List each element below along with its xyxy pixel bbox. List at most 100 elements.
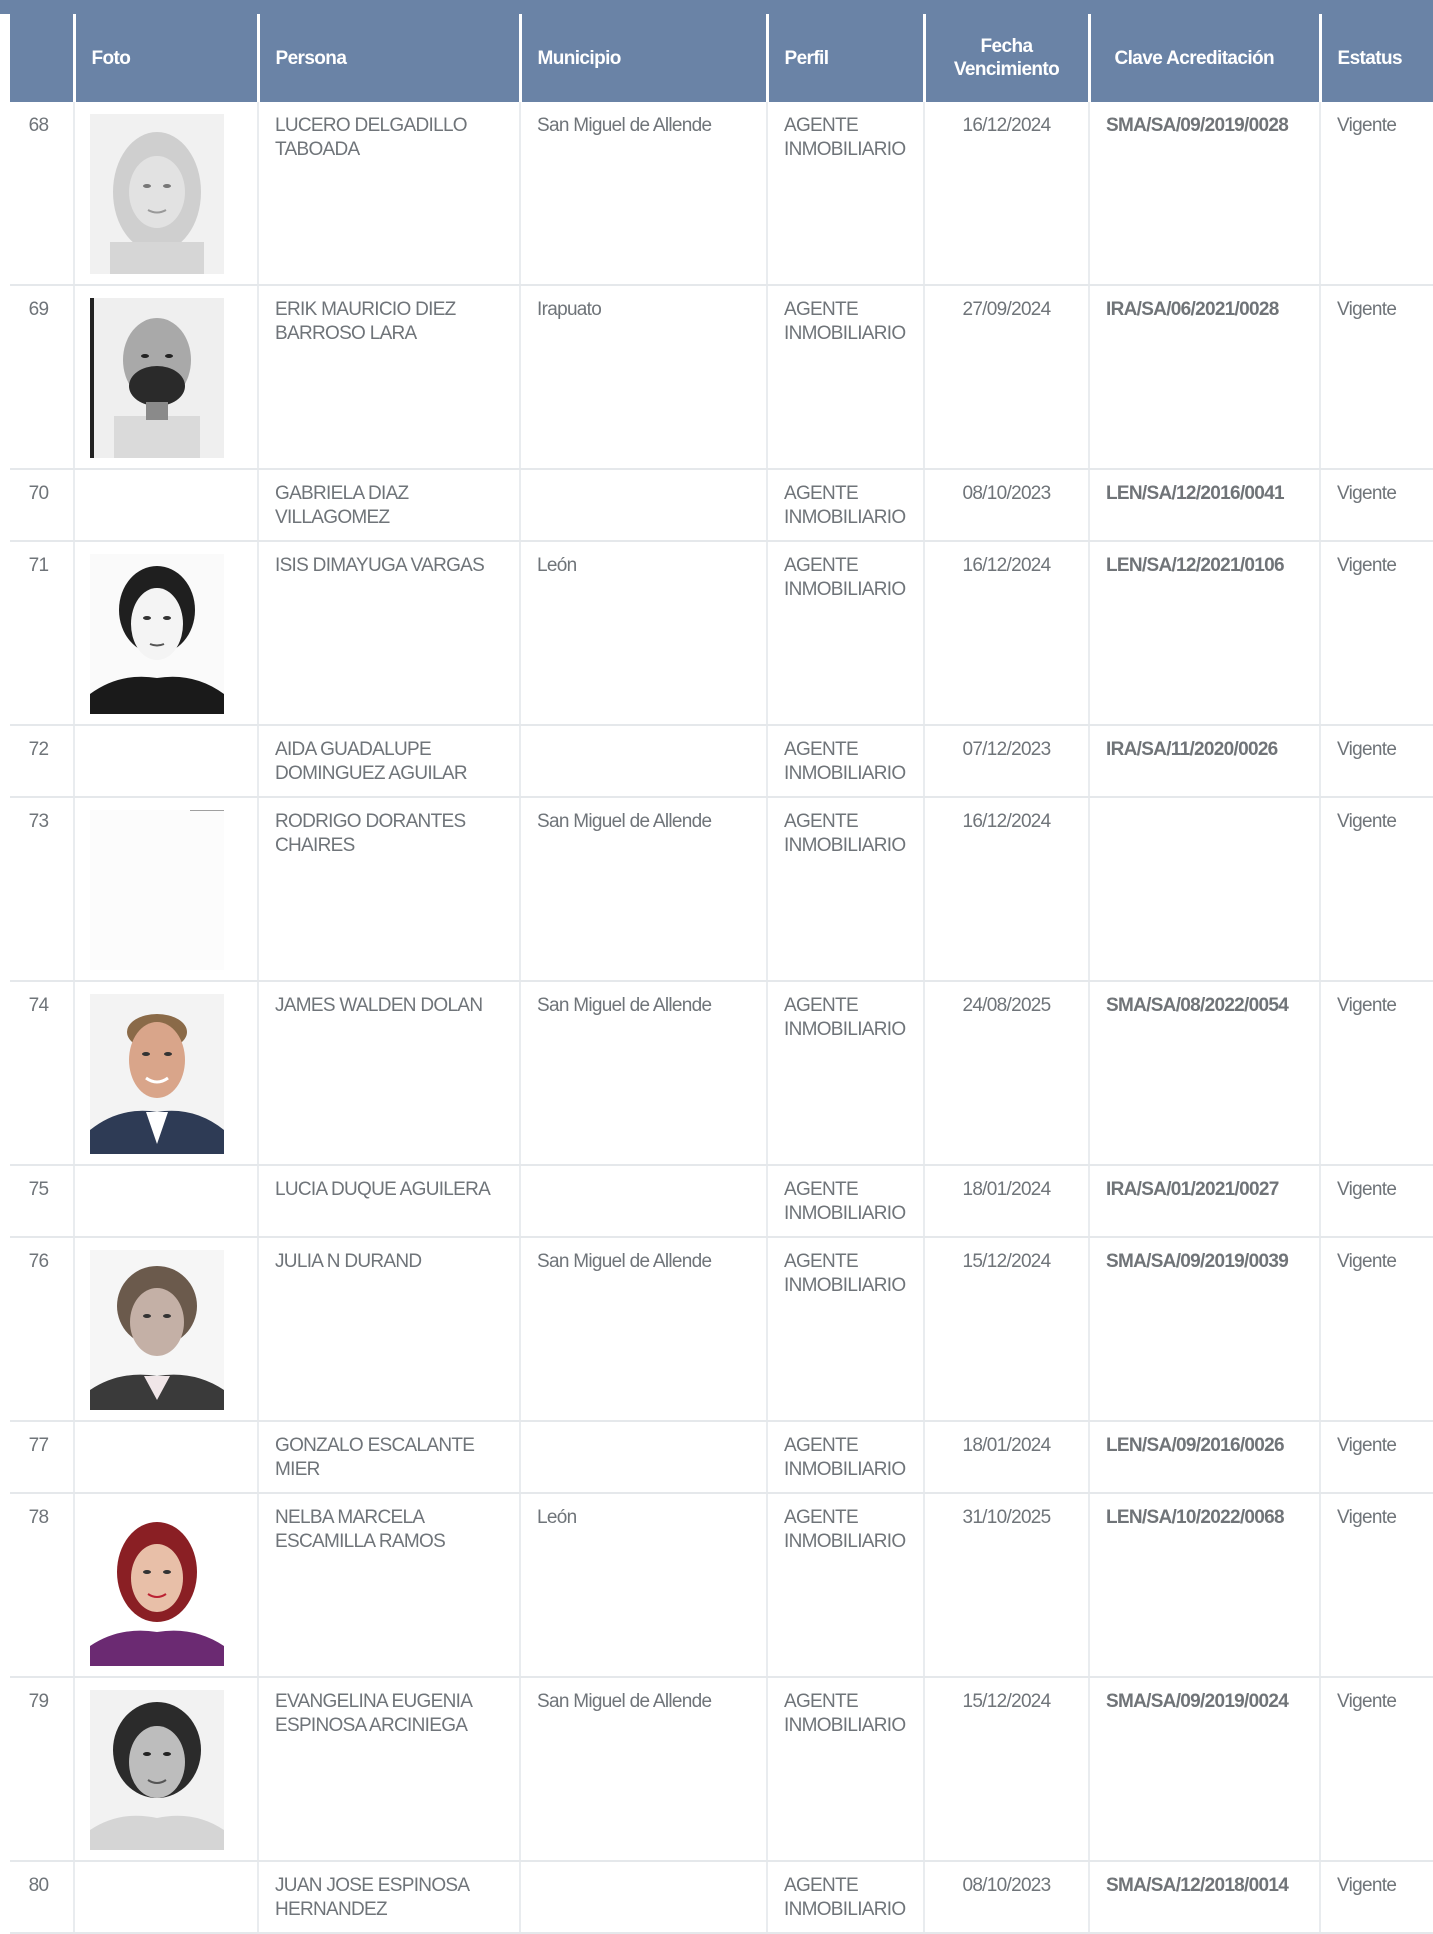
table-row: 70 GABRIELA DIAZ VILLAGOMEZ AGENTE INMOBIL…: [10, 469, 1433, 542]
row-estatus: Vigente: [1319, 1165, 1433, 1238]
table-row: 75 LUCIA DUQUE AGUILERA AGENTE INMOBILIARI…: [10, 1165, 1433, 1238]
row-perfil: AGENTE INMOBILIARIO: [766, 469, 924, 542]
table-row: 72 AIDA GUADALUPE DOMINGUEZ AGUILAR AGENTE…: [10, 725, 1433, 798]
row-clave-acreditacion: [1088, 797, 1320, 982]
row-perfil: AGENTE INMOBILIARIO: [766, 1165, 924, 1238]
row-municipio: San Miguel de Allende: [519, 102, 767, 286]
header-foto[interactable]: Foto: [72, 14, 258, 102]
row-photo-cell: [73, 1493, 258, 1678]
row-fecha-vencimiento: 16/12/2024: [923, 797, 1089, 982]
row-estatus: Vigente: [1319, 1677, 1433, 1862]
row-municipio: [519, 725, 767, 798]
row-persona: LUCIA DUQUE AGUILERA: [257, 1165, 520, 1238]
row-perfil: AGENTE INMOBILIARIO: [766, 541, 924, 726]
table-row: 78 NELBA MARCELA ESCAMILLA RAMOS León AGENT…: [10, 1493, 1433, 1678]
header-perfil[interactable]: Perfil: [765, 14, 924, 102]
person-photo: [90, 1690, 224, 1850]
person-photo: [90, 114, 224, 274]
row-photo-cell: [73, 469, 258, 542]
table-row: 77 GONZALO ESCALANTE MIER AGENTE INMOBILIA…: [10, 1421, 1433, 1494]
table-row: 68 LUCERO DELGADILLO TABOADA San Miguel de…: [10, 102, 1433, 286]
row-persona: LUCERO DELGADILLO TABOADA: [257, 102, 520, 286]
row-municipio: [519, 1421, 767, 1494]
row-clave-acreditacion: SMA/SA/12/2018/0014: [1088, 1861, 1320, 1934]
row-persona: ISIS DIMAYUGA VARGAS: [257, 541, 520, 726]
row-clave-acreditacion: LEN/SA/12/2021/0106: [1088, 541, 1320, 726]
row-index: 78: [10, 1493, 74, 1678]
row-photo-cell: [73, 1165, 258, 1238]
row-index: 75: [10, 1165, 74, 1238]
row-photo-cell: [73, 981, 258, 1166]
row-index: 77: [10, 1421, 74, 1494]
row-clave-acreditacion: SMA/SA/09/2019/0028: [1088, 102, 1320, 286]
row-index: 69: [10, 285, 74, 470]
person-photo: [90, 1506, 224, 1666]
header-clave-acreditacion[interactable]: Clave Acreditación: [1087, 14, 1320, 102]
row-index: 76: [10, 1237, 74, 1422]
row-clave-acreditacion: LEN/SA/12/2016/0041: [1088, 469, 1320, 542]
row-clave-acreditacion: SMA/SA/09/2019/0039: [1088, 1237, 1320, 1422]
row-fecha-vencimiento: 16/12/2024: [923, 541, 1089, 726]
row-persona: AIDA GUADALUPE DOMINGUEZ AGUILAR: [257, 725, 520, 798]
row-index: 74: [10, 981, 74, 1166]
row-municipio: San Miguel de Allende: [519, 1237, 767, 1422]
person-photo: [90, 1250, 224, 1410]
table-row: 74 JAMES WALDEN DOLAN San Miguel de Allend…: [10, 981, 1433, 1166]
row-perfil: AGENTE INMOBILIARIO: [766, 1677, 924, 1862]
row-estatus: Vigente: [1319, 1237, 1433, 1422]
table-row: 79 EVANGELINA EUGENIA ESPINOSA ARCINIEGA S…: [10, 1677, 1433, 1862]
row-clave-acreditacion: IRA/SA/11/2020/0026: [1088, 725, 1320, 798]
row-municipio: Irapuato: [519, 285, 767, 470]
header-municipio[interactable]: Municipio: [518, 14, 767, 102]
row-estatus: Vigente: [1319, 981, 1433, 1166]
header-fecha-line1: Fecha: [980, 36, 1034, 57]
header-fecha-line2: Vencimiento: [953, 59, 1060, 80]
row-municipio: San Miguel de Allende: [519, 797, 767, 982]
table-row: 69 ERIK MAURICIO DIEZ BARROSO LARA Irapuat…: [10, 285, 1433, 470]
row-index: 72: [10, 725, 74, 798]
row-persona: RODRIGO DORANTES CHAIRES: [257, 797, 520, 982]
row-perfil: AGENTE INMOBILIARIO: [766, 1237, 924, 1422]
row-perfil: AGENTE INMOBILIARIO: [766, 797, 924, 982]
table-row: 71 ISIS DIMAYUGA VARGAS León AGENTE INMOBIL…: [10, 541, 1433, 726]
header-persona[interactable]: Persona: [256, 14, 520, 102]
row-municipio: León: [519, 1493, 767, 1678]
row-perfil: AGENTE INMOBILIARIO: [766, 1493, 924, 1678]
header-index[interactable]: [10, 14, 74, 102]
row-clave-acreditacion: LEN/SA/10/2022/0068: [1088, 1493, 1320, 1678]
person-photo: [90, 554, 224, 714]
row-persona: JAMES WALDEN DOLAN: [257, 981, 520, 1166]
header-estatus[interactable]: Estatus: [1318, 14, 1433, 102]
row-fecha-vencimiento: 08/10/2023: [923, 469, 1089, 542]
row-estatus: Vigente: [1319, 102, 1433, 286]
row-estatus: Vigente: [1319, 541, 1433, 726]
row-estatus: Vigente: [1319, 1421, 1433, 1494]
row-estatus: Vigente: [1319, 469, 1433, 542]
person-photo: [90, 994, 224, 1154]
row-perfil: AGENTE INMOBILIARIO: [766, 1421, 924, 1494]
row-photo-cell: [73, 1421, 258, 1494]
row-fecha-vencimiento: 16/12/2024: [923, 102, 1089, 286]
row-fecha-vencimiento: 31/10/2025: [923, 1493, 1089, 1678]
row-perfil: AGENTE INMOBILIARIO: [766, 1861, 924, 1934]
table-header-row: Foto Persona Municipio Perfil Fecha Venc…: [10, 14, 1433, 102]
row-perfil: AGENTE INMOBILIARIO: [766, 285, 924, 470]
row-persona: EVANGELINA EUGENIA ESPINOSA ARCINIEGA: [257, 1677, 520, 1862]
row-persona: GONZALO ESCALANTE MIER: [257, 1421, 520, 1494]
row-photo-cell: [73, 541, 258, 726]
row-fecha-vencimiento: 15/12/2024: [923, 1237, 1089, 1422]
row-fecha-vencimiento: 18/01/2024: [923, 1421, 1089, 1494]
row-municipio: San Miguel de Allende: [519, 1677, 767, 1862]
row-photo-cell: [73, 102, 258, 286]
row-municipio: [519, 1165, 767, 1238]
person-photo: [90, 810, 224, 970]
row-estatus: Vigente: [1319, 285, 1433, 470]
row-perfil: AGENTE INMOBILIARIO: [766, 102, 924, 286]
row-municipio: San Miguel de Allende: [519, 981, 767, 1166]
table-row: 80 JUAN JOSE ESPINOSA HERNANDEZ AGENTE INM…: [10, 1861, 1433, 1934]
row-fecha-vencimiento: 15/12/2024: [923, 1677, 1089, 1862]
row-municipio: [519, 469, 767, 542]
header-fecha-vencimiento[interactable]: Fecha Vencimiento: [922, 14, 1089, 102]
row-fecha-vencimiento: 07/12/2023: [923, 725, 1089, 798]
row-fecha-vencimiento: 27/09/2024: [923, 285, 1089, 470]
